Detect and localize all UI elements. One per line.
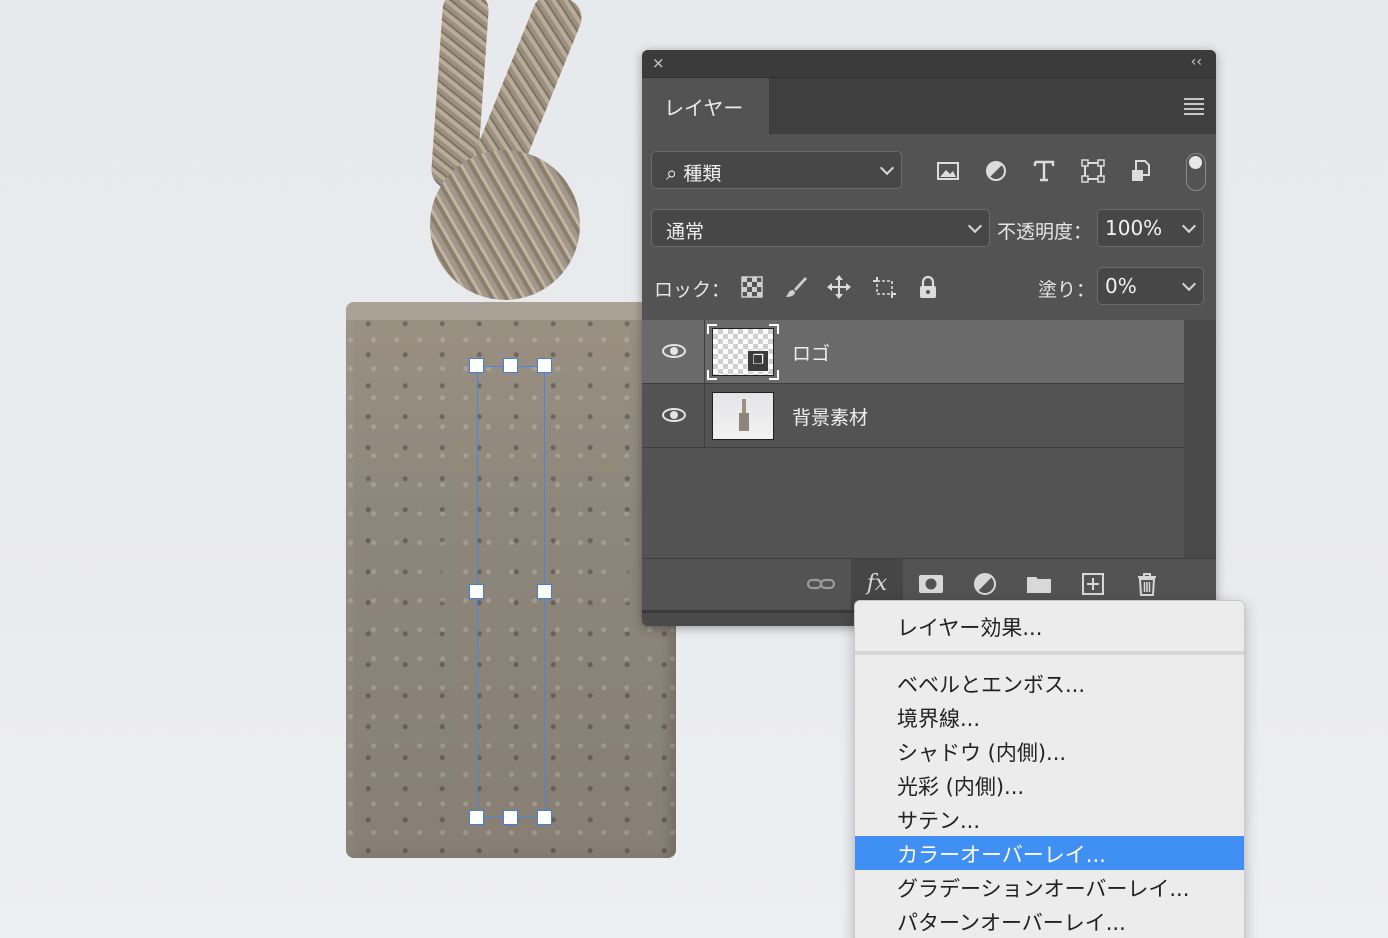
menu-item-layer-style[interactable]: レイヤー効果... <box>855 609 1244 643</box>
filter-kind-dropdown[interactable]: ⌕ 種類 <box>651 151 902 189</box>
transform-handle-top-left[interactable] <box>469 358 484 373</box>
smart-object-badge-icon: ❐ <box>747 350 769 372</box>
blend-row: 通常 不透明度： 100% <box>642 192 1216 250</box>
shape-layer-filter-icon[interactable] <box>1080 158 1106 184</box>
tab-layers[interactable]: レイヤー <box>642 78 769 134</box>
fill-label: 塗り： <box>1038 279 1096 301</box>
layers-scrollbar[interactable] <box>1184 320 1216 558</box>
row-divider <box>704 320 705 384</box>
new-adjustment-layer-icon[interactable] <box>970 569 1000 599</box>
menu-item-inner-shadow[interactable]: シャドウ (内側)... <box>855 734 1244 768</box>
chevron-down-icon <box>1181 218 1197 234</box>
lock-transparent-pixels-icon[interactable] <box>739 274 765 300</box>
new-layer-icon[interactable] <box>1078 569 1108 599</box>
adjustment-layer-filter-icon[interactable] <box>983 158 1009 184</box>
menu-item-pattern-overlay[interactable]: パターンオーバーレイ... <box>855 904 1244 938</box>
filter-toggle-switch[interactable] <box>1186 153 1206 191</box>
lock-label: ロック： <box>654 279 731 301</box>
panel-tab-row: レイヤー <box>642 78 1216 134</box>
menu-item-stroke[interactable]: 境界線... <box>855 700 1244 734</box>
layer-effects-menu: レイヤー効果... ベベルとエンボス... 境界線... シャドウ (内側)..… <box>854 600 1245 938</box>
layer-row-background[interactable]: 背景素材 <box>642 384 1184 448</box>
transform-handle-bottom-left[interactable] <box>469 810 484 825</box>
add-layer-mask-icon[interactable] <box>916 569 946 599</box>
menu-item-bevel-emboss[interactable]: ベベルとエンボス... <box>855 666 1244 700</box>
layer-thumbnail[interactable] <box>712 392 774 440</box>
eye-icon[interactable] <box>662 344 686 358</box>
transform-handle-middle-left[interactable] <box>469 584 484 599</box>
soap-top-edge <box>346 302 676 320</box>
delete-layer-trash-icon[interactable] <box>1132 569 1162 599</box>
layer-effects-fx-button[interactable]: fx <box>862 569 892 599</box>
fill-input[interactable]: 0% <box>1097 267 1175 305</box>
eye-icon[interactable] <box>662 408 686 422</box>
link-layers-icon[interactable] <box>806 569 836 599</box>
thumbnail-corner <box>707 324 717 334</box>
opacity-input[interactable]: 100% <box>1097 209 1175 247</box>
panel-titlebar: × ‹‹ <box>642 50 1216 78</box>
menu-item-inner-glow[interactable]: 光彩 (内側)... <box>855 768 1244 802</box>
chevron-down-icon <box>879 160 895 176</box>
menu-item-gradient-overlay[interactable]: グラデーションオーバーレイ... <box>855 870 1244 904</box>
transform-handle-top-center[interactable] <box>503 358 518 373</box>
layers-list: ❐ ロゴ 背景素材 <box>642 320 1216 558</box>
blend-mode-value: 通常 <box>666 221 705 243</box>
opacity-dropdown-button[interactable] <box>1174 209 1204 247</box>
panel-menu-icon[interactable] <box>1184 98 1204 118</box>
pixel-layer-filter-icon[interactable] <box>935 158 961 184</box>
opacity-label: 不透明度： <box>997 221 1093 243</box>
lock-position-move-icon[interactable] <box>826 274 852 300</box>
layers-panel: × ‹‹ レイヤー ⌕ 種類 通常 不透明度： 100% ロック： 塗り： 0%… <box>642 50 1216 626</box>
thumbnail-corner <box>769 370 779 380</box>
thumbnail-corner <box>707 370 717 380</box>
row-divider <box>704 384 705 448</box>
menu-separator <box>855 651 1244 655</box>
filter-row: ⌕ 種類 <box>642 134 1216 192</box>
type-layer-filter-icon[interactable] <box>1031 158 1057 184</box>
menu-item-color-overlay[interactable]: カラーオーバーレイ... <box>855 836 1244 870</box>
chevron-down-icon <box>967 218 983 234</box>
fill-dropdown-button[interactable] <box>1174 267 1204 305</box>
collapse-icon[interactable]: ‹‹ <box>1191 54 1202 70</box>
rope-knot <box>430 150 580 300</box>
close-icon[interactable]: × <box>652 54 665 72</box>
transform-handle-bottom-right[interactable] <box>537 810 552 825</box>
search-icon: ⌕ <box>666 161 678 185</box>
transform-handle-bottom-center[interactable] <box>503 810 518 825</box>
filter-kind-label: 種類 <box>683 163 722 185</box>
thumbnail-corner <box>769 324 779 334</box>
layer-name[interactable]: ロゴ <box>792 339 830 366</box>
transform-handle-top-right[interactable] <box>537 358 552 373</box>
transform-bounding-box[interactable] <box>477 366 545 818</box>
layer-name[interactable]: 背景素材 <box>792 403 868 430</box>
chevron-down-icon <box>1181 276 1197 292</box>
smart-object-filter-icon[interactable] <box>1128 158 1154 184</box>
new-group-folder-icon[interactable] <box>1024 569 1054 599</box>
blend-mode-dropdown[interactable]: 通常 <box>651 209 990 247</box>
transform-handle-middle-right[interactable] <box>537 584 552 599</box>
lock-all-icon[interactable] <box>915 274 941 300</box>
lock-artboard-icon[interactable] <box>871 274 897 300</box>
layer-row-logo[interactable]: ❐ ロゴ <box>642 320 1184 384</box>
lock-row: ロック： 塗り： 0% <box>642 250 1216 308</box>
lock-image-pixels-brush-icon[interactable] <box>783 274 809 300</box>
menu-item-satin[interactable]: サテン... <box>855 802 1244 836</box>
